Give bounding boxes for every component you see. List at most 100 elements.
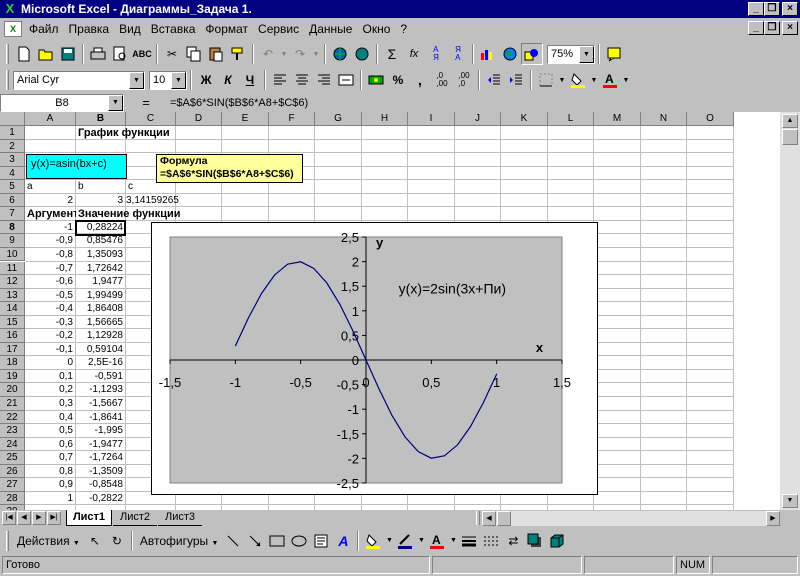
format-painter-icon[interactable] <box>227 43 249 65</box>
increase-decimal-icon[interactable]: ,0,00 <box>431 69 453 91</box>
value-cell[interactable]: 1,56665 <box>76 316 123 330</box>
row-header[interactable]: 21 <box>0 397 25 411</box>
argument-cell[interactable]: 1 <box>25 492 73 506</box>
select-objects-icon[interactable]: ↖ <box>84 530 106 552</box>
argument-cell[interactable]: 0,7 <box>25 451 73 465</box>
undo-icon[interactable]: ↶ <box>257 43 279 65</box>
align-right-icon[interactable] <box>313 69 335 91</box>
menu-edit[interactable]: Правка <box>64 20 115 38</box>
param-value-cell[interactable]: 3 <box>76 194 123 208</box>
argument-cell[interactable]: -0,7 <box>25 262 73 276</box>
row-header[interactable]: 11 <box>0 261 25 276</box>
menu-tools[interactable]: Сервис <box>253 20 304 38</box>
first-sheet-icon[interactable]: |◀ <box>2 511 16 525</box>
menu-file[interactable]: Файл <box>24 20 64 38</box>
row-header[interactable]: 26 <box>0 464 25 479</box>
3d-icon[interactable] <box>546 530 568 552</box>
value-cell[interactable]: -0,8548 <box>76 478 123 492</box>
dash-style-icon[interactable] <box>480 530 502 552</box>
font-color-icon[interactable]: A <box>599 69 621 91</box>
h-scroll-thumb[interactable] <box>497 511 511 526</box>
value-cell[interactable]: 1,99499 <box>76 289 123 303</box>
select-all-corner[interactable] <box>0 112 25 126</box>
param-label-cell[interactable]: a <box>27 180 33 194</box>
column-header[interactable]: A <box>25 112 76 126</box>
row-header[interactable]: 8 <box>0 220 25 235</box>
autosum-icon[interactable]: Σ <box>381 43 403 65</box>
row-header[interactable]: 7 <box>0 207 25 221</box>
column-header[interactable]: M <box>594 112 641 126</box>
param-value-cell[interactable]: 2 <box>25 194 73 208</box>
argument-cell[interactable]: 0,6 <box>25 438 73 452</box>
argument-cell[interactable]: -0,8 <box>25 248 73 262</box>
value-cell[interactable]: -1,7264 <box>76 451 123 465</box>
shadow-icon[interactable] <box>524 530 546 552</box>
argument-cell[interactable]: -0,4 <box>25 302 73 316</box>
row-header[interactable]: 22 <box>0 410 25 425</box>
last-sheet-icon[interactable]: ▶| <box>47 511 61 525</box>
scroll-thumb[interactable] <box>782 129 798 145</box>
chevron-down-icon[interactable]: ▼ <box>416 530 426 552</box>
rectangle-icon[interactable] <box>266 530 288 552</box>
chevron-down-icon[interactable]: ▼ <box>448 530 458 552</box>
chevron-down-icon[interactable]: ▼ <box>108 94 123 111</box>
scroll-down-icon[interactable]: ▼ <box>782 494 798 508</box>
param-value-cell[interactable]: 3,14159265 <box>126 194 179 208</box>
toolbar-grip[interactable] <box>6 44 9 64</box>
chevron-down-icon[interactable]: ▼ <box>171 71 186 89</box>
restore-button[interactable]: ❐ <box>764 2 780 16</box>
line-color-icon[interactable] <box>394 530 416 552</box>
row-header[interactable]: 14 <box>0 302 25 316</box>
map-icon[interactable] <box>499 43 521 65</box>
close-button[interactable]: × <box>782 2 798 16</box>
chevron-down-icon[interactable]: ▼ <box>589 69 599 91</box>
value-cell[interactable]: -1,995 <box>76 424 123 438</box>
redo-icon[interactable]: ↷ <box>289 43 311 65</box>
paste-icon[interactable] <box>205 43 227 65</box>
column-header[interactable]: J <box>455 112 501 126</box>
argument-cell[interactable]: 0,5 <box>25 424 73 438</box>
param-label-cell[interactable]: c <box>128 180 133 194</box>
value-cell[interactable]: 0,85476 <box>76 234 123 248</box>
row-header[interactable]: 13 <box>0 288 25 303</box>
minimize-button[interactable]: _ <box>748 2 764 16</box>
scroll-up-icon[interactable]: ▲ <box>782 114 798 128</box>
scroll-left-icon[interactable]: ◀ <box>482 511 496 526</box>
value-cell[interactable]: 0,59104 <box>76 343 123 357</box>
italic-button[interactable]: К <box>217 69 239 91</box>
toolbar-grip[interactable] <box>6 530 9 551</box>
value-cell[interactable]: 1,72642 <box>76 262 123 276</box>
wordart-icon[interactable]: A <box>332 530 354 552</box>
doc-minimize-button[interactable]: _ <box>748 21 764 35</box>
menu-insert[interactable]: Вставка <box>146 20 201 38</box>
menu-view[interactable]: Вид <box>114 20 146 38</box>
next-sheet-icon[interactable]: ▶ <box>32 511 46 525</box>
arrow-icon[interactable] <box>244 530 266 552</box>
row-header[interactable]: 27 <box>0 478 25 492</box>
row-header[interactable]: 12 <box>0 275 25 289</box>
sort-ascending-icon[interactable]: АЯ <box>425 43 447 65</box>
formula-input[interactable]: =$A$6*SIN($B$6*A8+$C$6) <box>168 94 800 112</box>
column-header[interactable]: O <box>687 112 734 126</box>
param-label-cell[interactable]: b <box>78 180 84 194</box>
argument-cell[interactable]: -0,1 <box>25 343 73 357</box>
value-cell[interactable]: -0,2822 <box>76 492 123 506</box>
value-cell[interactable]: -1,5667 <box>76 397 123 411</box>
scroll-right-icon[interactable]: ▶ <box>766 511 780 526</box>
underline-button[interactable]: Ч <box>239 69 261 91</box>
fill-color-icon[interactable] <box>362 530 384 552</box>
argument-cell[interactable]: -0,2 <box>25 329 73 343</box>
argument-cell[interactable]: 0,1 <box>25 370 73 384</box>
web-toolbar-icon[interactable] <box>351 43 373 65</box>
print-icon[interactable] <box>87 43 109 65</box>
row-header[interactable]: 15 <box>0 315 25 330</box>
print-preview-icon[interactable] <box>109 43 131 65</box>
text-box-icon[interactable] <box>310 530 332 552</box>
sheet-tab-2[interactable]: Лист2 <box>113 510 157 526</box>
tab-split-handle[interactable] <box>476 511 480 525</box>
line-icon[interactable] <box>222 530 244 552</box>
value-cell[interactable]: -0,591 <box>76 370 123 384</box>
name-box[interactable]: B8 ▼ <box>0 93 124 112</box>
column-header[interactable]: N <box>641 112 687 126</box>
argument-cell[interactable]: -0,3 <box>25 316 73 330</box>
